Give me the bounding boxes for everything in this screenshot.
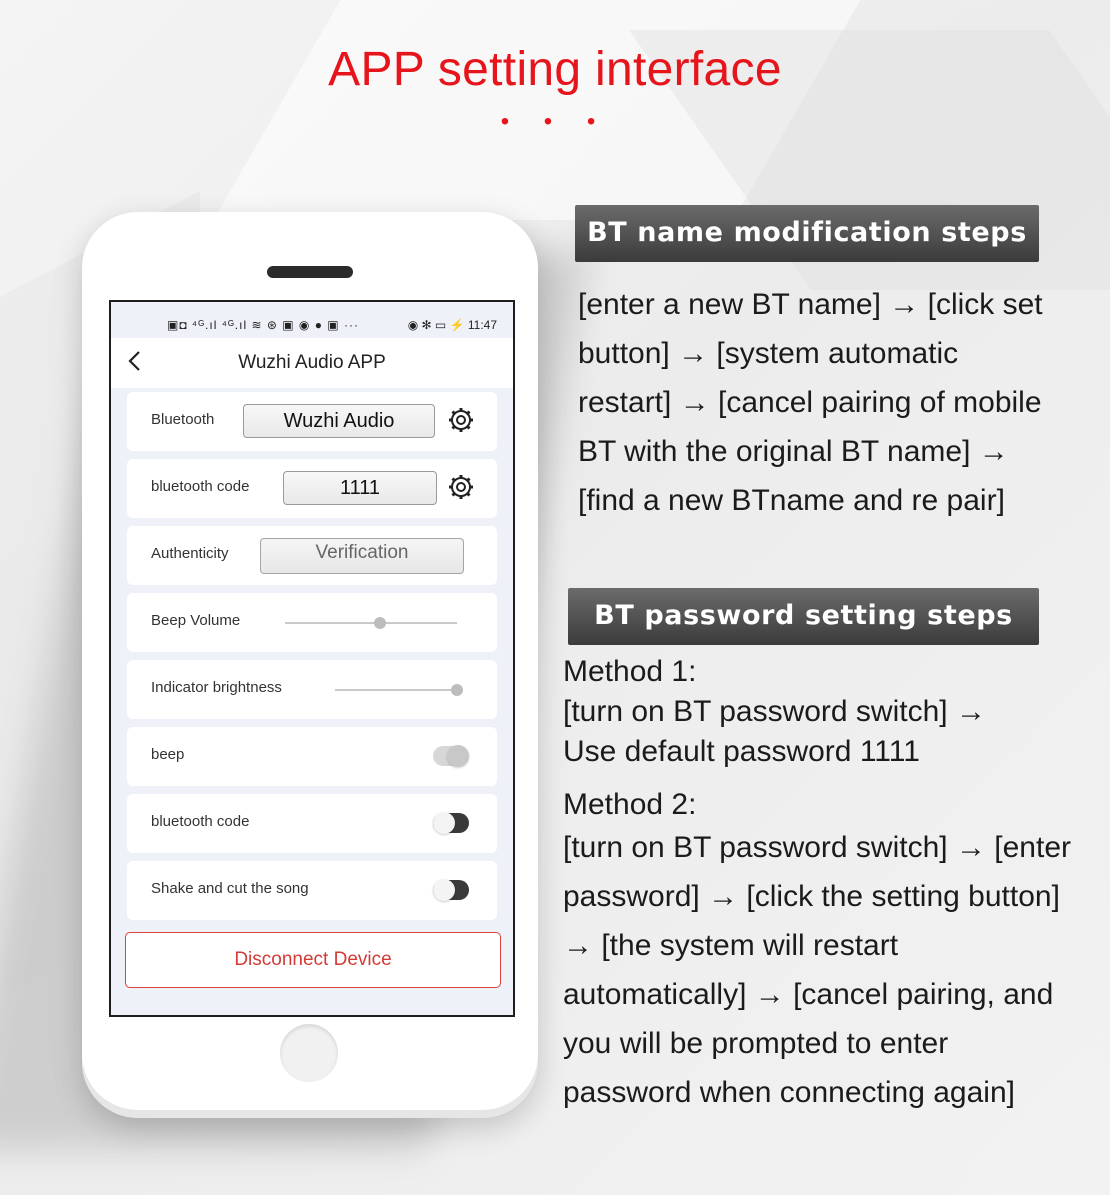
bluetooth-code-field[interactable]: 1111	[283, 471, 437, 505]
phone-speaker	[267, 266, 353, 278]
beep-toggle[interactable]	[433, 745, 469, 767]
page-title: APP setting interface	[328, 43, 782, 96]
phone-home-button	[280, 1024, 338, 1082]
bt-password-heading: BT password setting steps	[568, 588, 1039, 645]
bluetooth-code-label: bluetooth code	[151, 478, 250, 495]
phone-screen: ▣◘ ⁴ᴳ.ıl ⁴ᴳ.ıl ≋ ⊛ ▣ ◉ ● ▣ ··· ◉ ✻ ▭ ⚡ 1…	[109, 300, 515, 1017]
title-dots: • • •	[500, 108, 610, 135]
indicator-brightness-row: Indicator brightness	[127, 660, 497, 719]
method-1-title: Method 1:	[563, 655, 697, 688]
status-icons-left: ▣◘ ⁴ᴳ.ıl ⁴ᴳ.ıl ≋ ⊛ ▣ ◉ ● ▣ ···	[167, 318, 359, 332]
shake-cut-song-toggle[interactable]	[433, 879, 469, 901]
indicator-brightness-slider[interactable]	[335, 689, 457, 691]
indicator-brightness-label: Indicator brightness	[151, 679, 282, 696]
beep-label: beep	[151, 746, 185, 763]
beep-volume-label: Beep Volume	[151, 612, 241, 629]
method-2-steps: [turn on BT password switch] → [enter pa…	[563, 831, 1071, 1109]
beep-row: beep	[127, 727, 497, 786]
bluetooth-code-row: bluetooth code 1111	[127, 459, 497, 518]
authenticity-row: Authenticity Verification	[127, 526, 497, 585]
phone-mockup: ▣◘ ⁴ᴳ.ıl ⁴ᴳ.ıl ≋ ⊛ ▣ ◉ ● ▣ ··· ◉ ✻ ▭ ⚡ 1…	[82, 212, 538, 1118]
indicator-brightness-slider-thumb[interactable]	[451, 684, 463, 696]
beep-volume-slider[interactable]	[285, 622, 457, 624]
gear-icon[interactable]	[447, 473, 475, 501]
bluetooth-label: Bluetooth	[151, 411, 215, 428]
shake-cut-song-label: Shake and cut the song	[151, 880, 309, 897]
toggle-knob	[433, 812, 455, 834]
status-bar: ▣◘ ⁴ᴳ.ıl ⁴ᴳ.ıl ≋ ⊛ ▣ ◉ ● ▣ ··· ◉ ✻ ▭ ⚡ 1…	[111, 316, 513, 336]
gear-icon[interactable]	[447, 406, 475, 434]
authenticity-label: Authenticity	[151, 545, 229, 562]
disconnect-device-button[interactable]: Disconnect Device	[125, 932, 501, 988]
bluetooth-name-field[interactable]: Wuzhi Audio	[243, 404, 435, 438]
status-icons-right: ◉ ✻ ▭ ⚡ 11:47	[407, 318, 497, 332]
toggle-knob	[433, 879, 455, 901]
shake-cut-song-row: Shake and cut the song	[127, 861, 497, 920]
bt-name-steps: [enter a new BT name] → [click set butto…	[578, 288, 1043, 517]
bluetooth-code-toggle-label: bluetooth code	[151, 813, 250, 830]
bt-name-heading: BT name modification steps	[575, 205, 1039, 262]
toggle-knob	[447, 745, 469, 767]
beep-volume-row: Beep Volume	[127, 593, 497, 652]
app-title: Wuzhi Audio APP	[238, 352, 386, 373]
beep-volume-slider-thumb[interactable]	[373, 617, 386, 629]
method-1-line-2: Use default password 1111	[563, 735, 920, 768]
bluetooth-code-toggle-row: bluetooth code	[127, 794, 497, 853]
method-2-title: Method 2:	[563, 788, 697, 821]
method-1: Method 1: [turn on BT password switch] →…	[563, 652, 1083, 772]
bluetooth-name-row: Bluetooth Wuzhi Audio	[127, 392, 497, 451]
verification-button[interactable]: Verification	[260, 538, 464, 574]
app-header: Wuzhi Audio APP	[111, 338, 513, 388]
bluetooth-code-toggle[interactable]	[433, 812, 469, 834]
method-1-line-1: [turn on BT password switch] →	[563, 695, 986, 728]
